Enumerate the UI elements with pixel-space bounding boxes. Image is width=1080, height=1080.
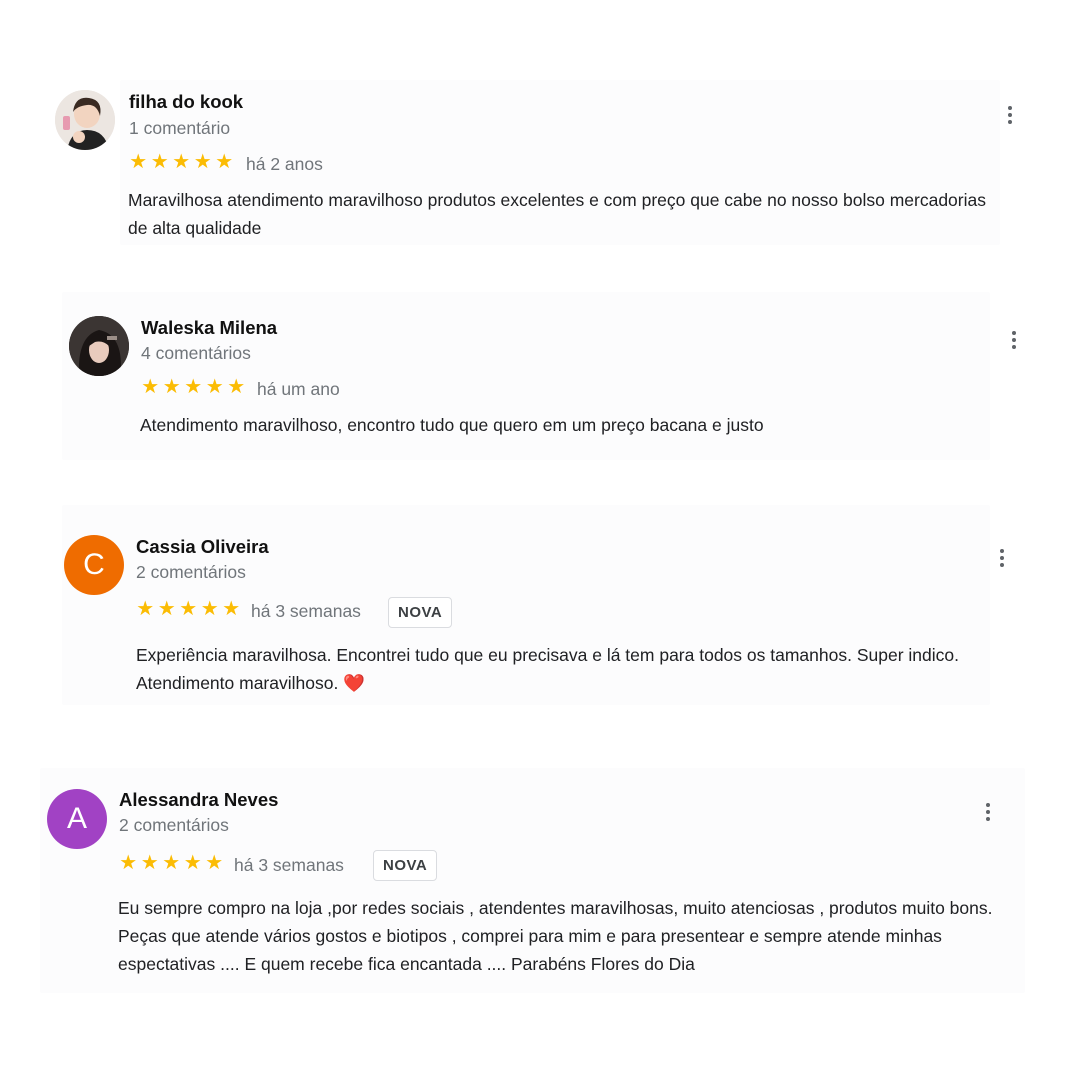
star-icon: ★ [200, 598, 219, 620]
star-icon: ★ [205, 852, 224, 874]
reviewer-name[interactable]: Alessandra Neves [119, 789, 278, 811]
star-icon: ★ [184, 376, 203, 398]
review-count: 1 comentário [129, 118, 231, 138]
reviewer-name[interactable]: Waleska Milena [141, 317, 277, 339]
more-options-icon[interactable] [1000, 100, 1020, 130]
avatar-initial: C [83, 548, 105, 581]
review-count: 2 comentários [136, 562, 246, 582]
star-icon: ★ [141, 376, 160, 398]
review-count: 2 comentários [119, 815, 229, 835]
review-text: Experiência maravilhosa. Encontrei tudo … [136, 645, 959, 693]
reviewer-name[interactable]: filha do kook [129, 91, 243, 113]
star-icon: ★ [129, 151, 148, 173]
star-rating: ★ ★ ★ ★ ★ [128, 152, 235, 172]
star-icon: ★ [193, 151, 212, 173]
star-icon: ★ [162, 376, 181, 398]
review-date: há 3 semanas [251, 601, 361, 621]
star-icon: ★ [227, 376, 246, 398]
star-icon: ★ [119, 852, 138, 874]
star-rating: ★ ★ ★ ★ ★ [140, 377, 247, 397]
star-icon: ★ [140, 852, 159, 874]
new-badge: NOVA [373, 850, 438, 881]
review-text: Maravilhosa atendimento maravilhoso prod… [128, 190, 986, 238]
avatar[interactable]: A [47, 789, 107, 849]
review-text: Eu sempre compro na loja ,por redes soci… [118, 898, 993, 974]
star-icon: ★ [205, 376, 224, 398]
avatar[interactable]: C [64, 535, 124, 595]
star-icon: ★ [183, 852, 202, 874]
star-rating: ★ ★ ★ ★ ★ [135, 599, 242, 619]
star-icon: ★ [162, 852, 181, 874]
more-options-icon[interactable] [978, 797, 998, 827]
star-icon: ★ [222, 598, 241, 620]
star-icon: ★ [179, 598, 198, 620]
review-count: 4 comentários [141, 343, 251, 363]
star-icon: ★ [157, 598, 176, 620]
star-icon: ★ [215, 151, 234, 173]
avatar-photo-icon [55, 90, 115, 150]
reviewer-name[interactable]: Cassia Oliveira [136, 536, 269, 558]
avatar-initial: A [66, 802, 87, 835]
star-icon: ★ [136, 598, 155, 620]
review-text: Atendimento maravilhoso, encontro tudo q… [140, 415, 764, 435]
star-icon: ★ [172, 151, 191, 173]
review-date: há 3 semanas [234, 855, 344, 875]
star-icon: ★ [150, 151, 169, 173]
more-options-icon[interactable] [1004, 325, 1024, 355]
review-date: há 2 anos [246, 154, 323, 174]
star-rating: ★ ★ ★ ★ ★ [118, 853, 225, 873]
more-options-icon[interactable] [992, 543, 1012, 573]
review-date: há um ano [257, 379, 340, 399]
avatar[interactable] [69, 316, 129, 376]
avatar[interactable] [55, 90, 115, 150]
new-badge: NOVA [388, 597, 453, 628]
avatar-photo-icon [69, 316, 129, 376]
